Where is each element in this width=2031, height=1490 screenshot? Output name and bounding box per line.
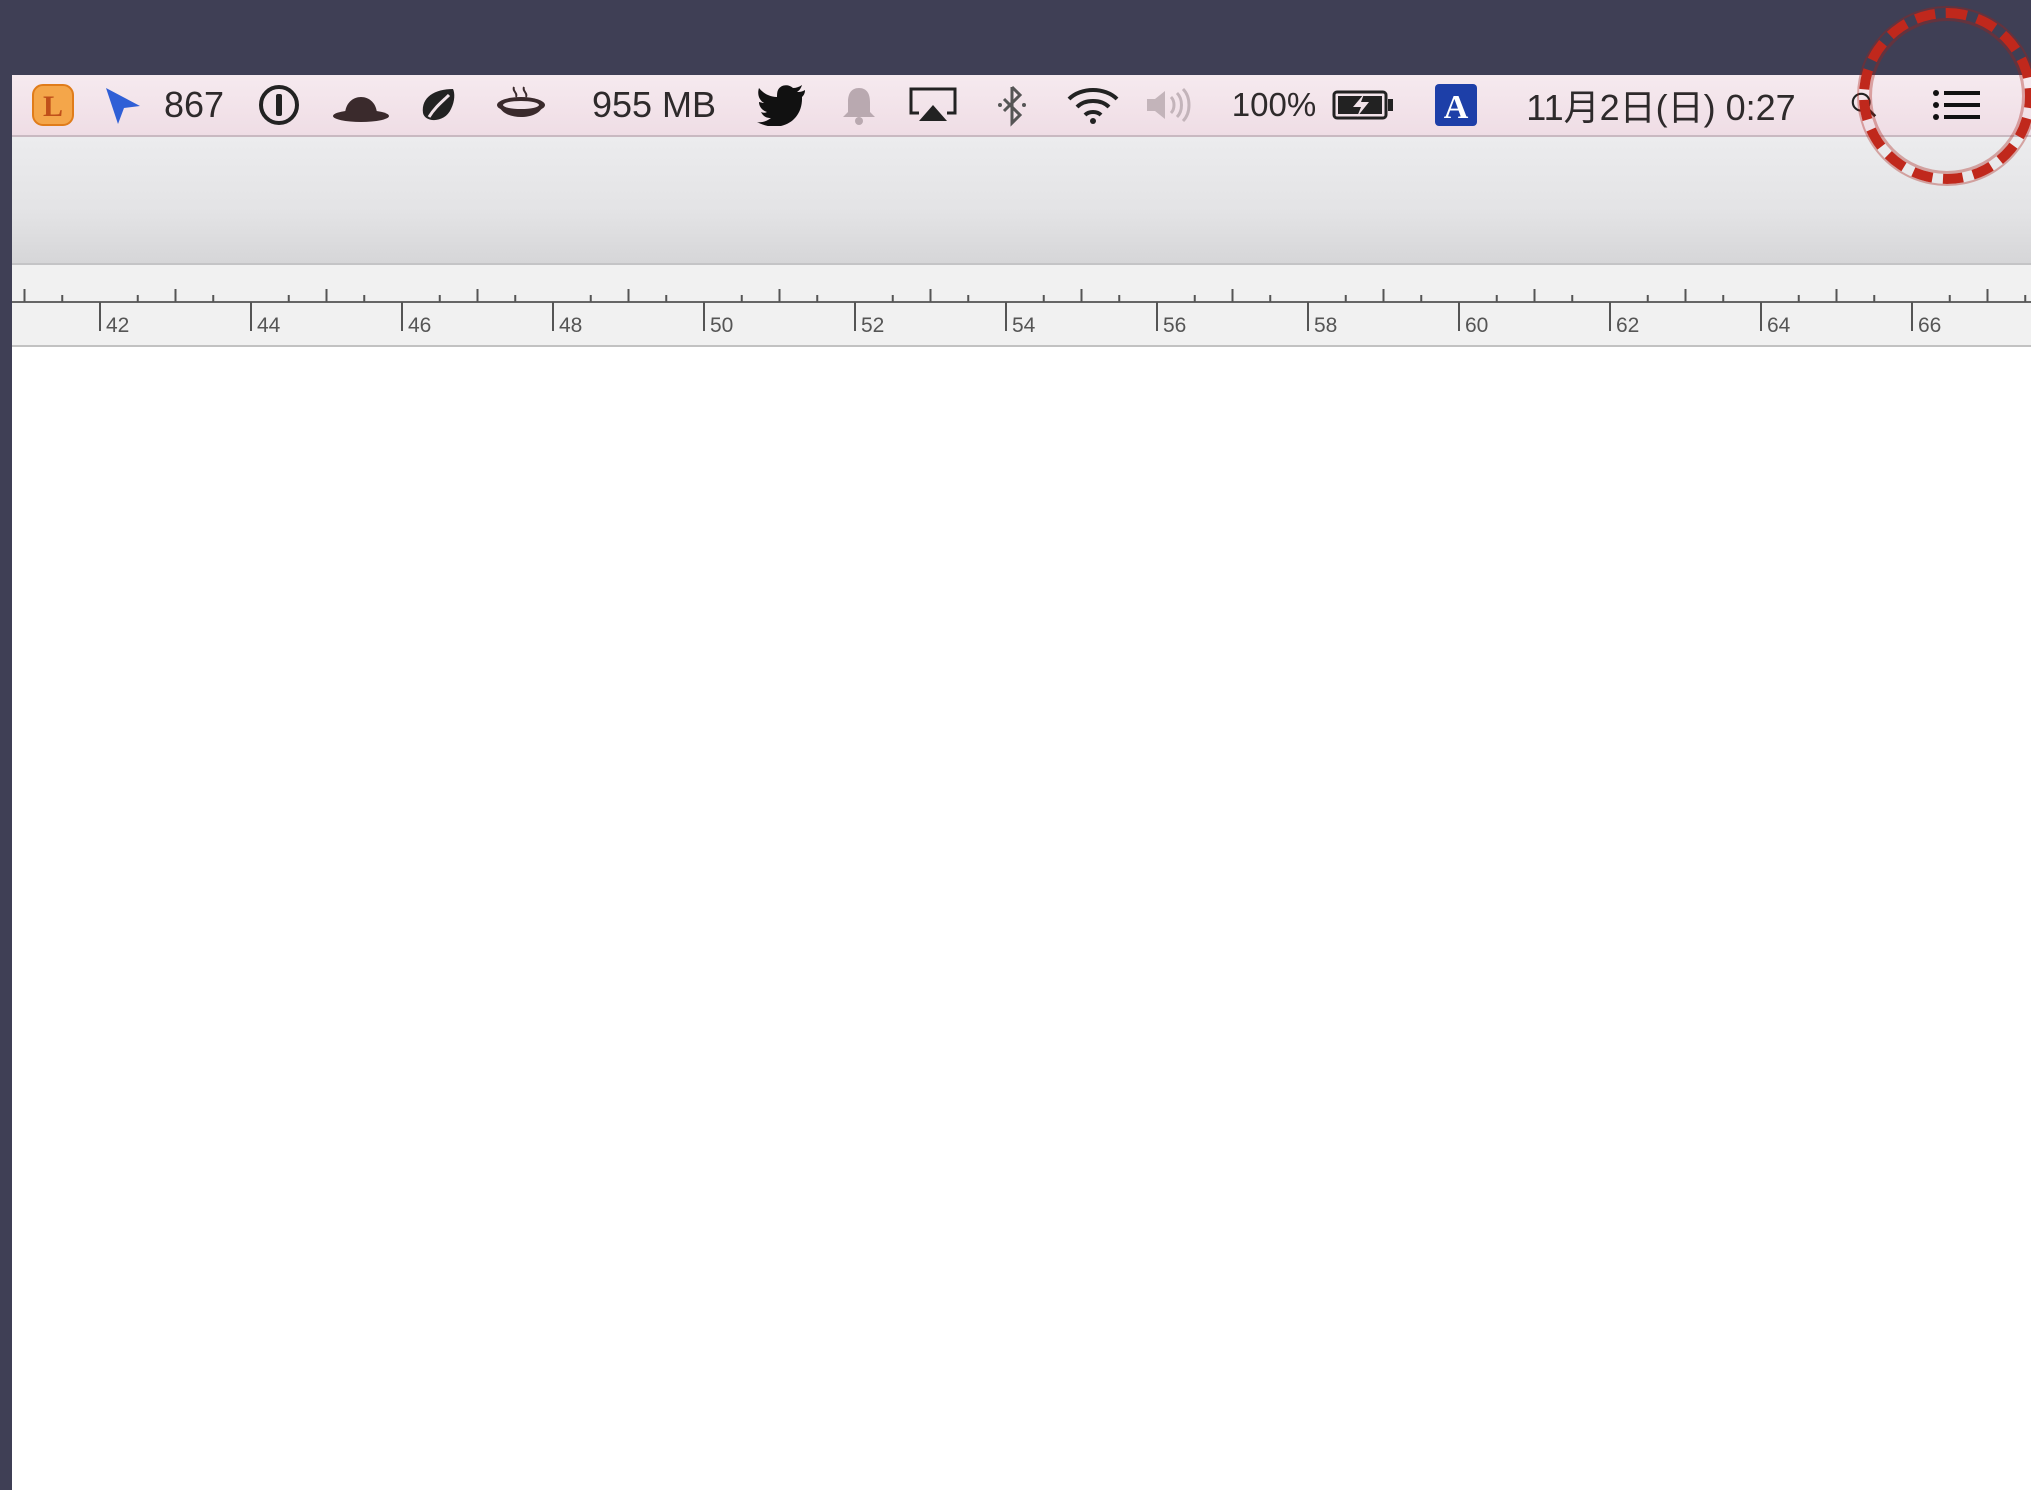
clock-datetime[interactable]: 11月2日(日) 0:27 [1508,75,1814,135]
input-source-icon[interactable]: A [1430,75,1482,135]
l-app-icon[interactable]: L [29,75,77,135]
ruler-label: 44 [257,314,281,337]
ruler-label: 54 [1012,314,1036,337]
svg-text:L: L [43,90,63,123]
bowler-hat-icon[interactable] [330,75,392,135]
svg-text:A: A [1444,89,1469,126]
ruler-label: 66 [1918,314,1941,337]
ruler-label: 62 [1616,314,1639,337]
evernote-leaf-icon[interactable] [412,75,462,135]
volume-icon[interactable] [1142,75,1204,135]
coffee-cup-icon[interactable] [492,75,552,135]
twitter-bird-icon[interactable] [754,75,810,135]
status-count[interactable]: 867 [154,75,234,135]
ruler-label: 46 [408,314,431,337]
battery-percent[interactable]: 100% [1226,75,1322,135]
memory-usage[interactable]: 955 MB [574,75,734,135]
wifi-icon[interactable] [1064,75,1122,135]
highlight-circle [1859,8,2031,184]
ruler-label: 52 [861,314,884,337]
window-toolbar [12,137,2031,265]
ruler[interactable]: 42 44 46 48 50 52 54 56 58 60 62 64 66 [12,265,2031,347]
battery-charging-icon[interactable] [1330,75,1396,135]
ruler-label: 60 [1465,314,1488,337]
ruler-label: 48 [559,314,582,337]
notification-bell-icon[interactable] [836,75,882,135]
onepassword-icon[interactable] [254,75,304,135]
send-arrow-icon[interactable] [100,75,146,135]
ruler-label: 56 [1163,314,1186,337]
menu-bar: L 867 955 MB 100% A 11月2日(日) 0:27 [12,75,2031,137]
ruler-label: 42 [106,314,129,337]
ruler-label: 64 [1767,314,1791,337]
app-screen: L 867 955 MB 100% A 11月2日(日) 0:27 42 44 … [12,75,2031,1490]
document-area[interactable] [12,347,2031,1490]
airplay-icon[interactable] [906,75,960,135]
ruler-label: 50 [710,314,733,337]
bluetooth-icon[interactable] [992,75,1032,135]
ruler-label: 58 [1314,314,1337,337]
ruler-scale: 42 44 46 48 50 52 54 56 58 60 62 64 66 [12,289,2031,337]
